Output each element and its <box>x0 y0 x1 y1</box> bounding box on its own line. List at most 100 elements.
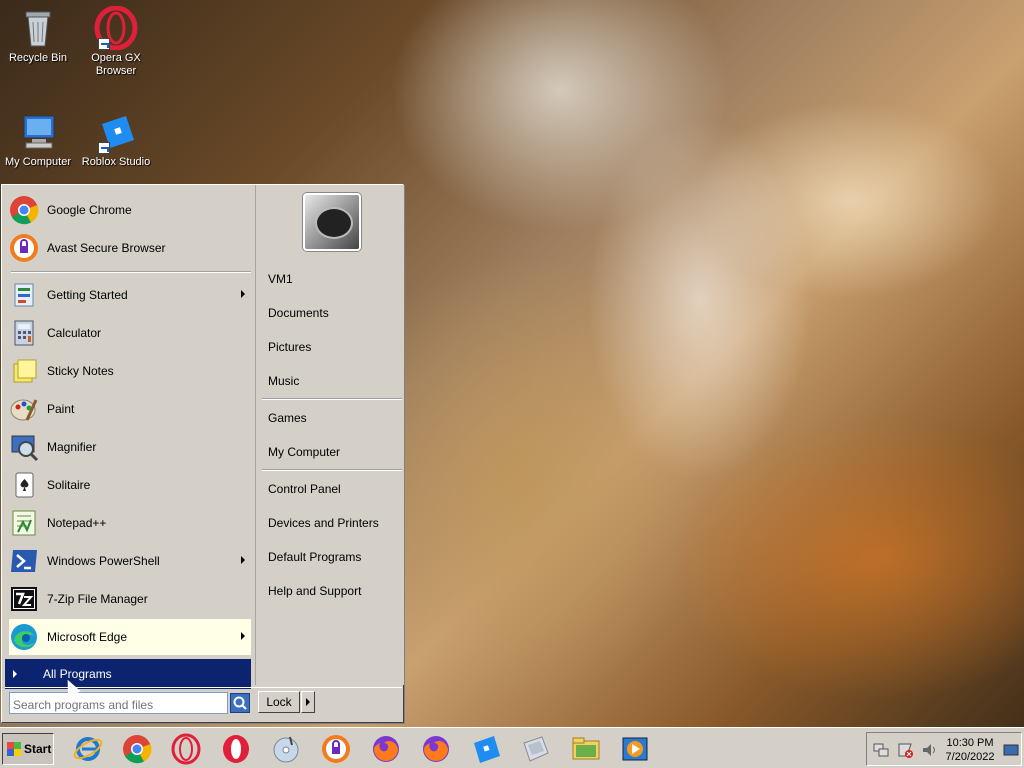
start-item-avast-secure-browser[interactable]: Avast Secure Browser <box>9 230 251 266</box>
separator <box>262 469 402 471</box>
start-item-label: Magnifier <box>47 440 97 454</box>
search-input[interactable] <box>9 692 228 714</box>
folder-icon <box>572 737 600 760</box>
desktop-icon-label: Roblox Studio <box>81 156 151 168</box>
desktop-icon-opera-gx[interactable]: Opera GX Browser <box>78 5 154 78</box>
submenu-arrow-icon <box>241 290 245 298</box>
clock-date: 7/20/2022 <box>945 751 995 763</box>
start-item-label: Paint <box>47 402 75 416</box>
taskbar-firefox[interactable] <box>370 733 402 765</box>
action-center-warning-icon[interactable] <box>897 742 913 758</box>
start-item-label: Sticky Notes <box>47 364 114 378</box>
powershell-icon <box>9 546 39 576</box>
media-player-icon <box>622 737 648 761</box>
places-item-devices-and-printers[interactable]: Devices and Printers <box>268 516 379 530</box>
chrome-icon <box>9 195 39 225</box>
places-item-games[interactable]: Games <box>268 411 307 425</box>
desktop-icon-roblox-studio[interactable]: Roblox Studio <box>78 110 154 169</box>
shortcut-arrow-icon <box>98 38 110 50</box>
roblox-studio-icon <box>94 110 138 154</box>
places-item-control-panel[interactable]: Control Panel <box>268 482 341 496</box>
firefox-icon <box>373 736 399 762</box>
start-menu-programs-pane: Google Chrome Avast Secure Browser Getti… <box>5 188 253 685</box>
notepadpp-icon <box>9 508 39 538</box>
places-item-music[interactable]: Music <box>268 374 299 388</box>
start-item-label: Avast Secure Browser <box>47 241 166 255</box>
search-icon <box>233 696 247 710</box>
opera-gx-icon <box>94 5 138 51</box>
taskbar-clock[interactable]: 10:30 PM 7/20/2022 <box>943 736 997 764</box>
start-item-windows-powershell[interactable]: Windows PowerShell <box>9 543 251 579</box>
taskbar-internet-explorer[interactable] <box>72 733 104 765</box>
desktop-icon-my-computer[interactable]: My Computer <box>0 110 76 169</box>
start-item-solitaire[interactable]: Solitaire <box>9 467 251 503</box>
submenu-arrow-icon <box>241 632 245 640</box>
start-item-notepadpp[interactable]: Notepad++ <box>9 505 251 541</box>
start-item-label: Windows PowerShell <box>47 554 160 568</box>
start-item-google-chrome[interactable]: Google Chrome <box>9 192 251 228</box>
taskbar-roblox-studio[interactable] <box>470 733 502 765</box>
places-item-documents[interactable]: Documents <box>268 306 329 320</box>
network-icon[interactable] <box>873 742 889 758</box>
user-avatar[interactable] <box>303 193 361 251</box>
taskbar-opera[interactable] <box>220 733 252 765</box>
my-computer-icon <box>16 110 60 154</box>
paint-icon <box>9 394 39 424</box>
places-item-pictures[interactable]: Pictures <box>268 340 311 354</box>
taskbar-firefox-2[interactable] <box>420 733 452 765</box>
windows-flag-icon <box>7 742 21 756</box>
recycle-bin-icon <box>16 6 60 50</box>
places-item-default-programs[interactable]: Default Programs <box>268 550 361 564</box>
roblox-studio-icon <box>474 736 500 763</box>
search-button[interactable] <box>230 693 250 713</box>
volume-icon[interactable] <box>921 742 937 758</box>
shortcut-arrow-icon <box>98 142 110 154</box>
start-item-7zip-file-manager[interactable]: 7-Zip File Manager <box>9 581 251 617</box>
start-item-microsoft-edge[interactable]: Microsoft Edge <box>9 619 251 655</box>
lock-button[interactable]: Lock <box>258 691 300 713</box>
start-item-sticky-notes[interactable]: Sticky Notes <box>9 353 251 389</box>
taskbar-file-explorer[interactable] <box>570 733 602 765</box>
taskbar-opera-gx[interactable] <box>170 733 202 765</box>
avast-browser-icon <box>9 233 39 263</box>
start-item-calculator[interactable]: Calculator <box>9 315 251 351</box>
places-item-user[interactable]: VM1 <box>268 272 293 286</box>
taskbar-media-player[interactable] <box>620 733 652 765</box>
start-menu-places-pane: VM1 Documents Pictures Music Games My Co… <box>255 185 404 685</box>
places-item-my-computer[interactable]: My Computer <box>268 445 340 459</box>
all-programs-button[interactable]: All Programs <box>5 659 251 689</box>
cd-player-icon <box>273 736 299 763</box>
start-button-label: Start <box>24 742 52 756</box>
shutdown-options-button[interactable] <box>301 691 315 713</box>
clock-time: 10:30 PM <box>946 737 994 749</box>
start-button[interactable]: Start <box>2 733 54 765</box>
taskbar-cd-player[interactable] <box>270 733 302 765</box>
getting-started-icon <box>9 280 39 310</box>
solitaire-icon <box>9 470 39 500</box>
taskbar-avast-browser[interactable] <box>320 733 352 765</box>
taskbar: Start 10:30 PM 7/20/2022 <box>0 727 1024 768</box>
start-item-label: 7-Zip File Manager <box>47 592 148 606</box>
opera-icon <box>171 733 201 765</box>
all-programs-label: All Programs <box>43 667 112 681</box>
chrome-icon <box>123 735 152 764</box>
7zip-icon <box>9 584 39 614</box>
taskbar-disk[interactable] <box>520 733 552 765</box>
start-item-label: Getting Started <box>47 288 128 302</box>
avast-browser-icon <box>322 735 350 763</box>
taskbar-chrome[interactable] <box>121 733 153 765</box>
places-item-help-and-support[interactable]: Help and Support <box>268 584 361 598</box>
edge-icon <box>9 622 39 652</box>
expand-arrow-icon <box>13 670 17 678</box>
show-desktop-icon[interactable] <box>1003 742 1019 758</box>
desktop-icon-label: Opera GX Browser <box>91 52 141 77</box>
disk-icon <box>523 736 549 762</box>
desktop-icon-label: My Computer <box>4 156 72 168</box>
system-tray: 10:30 PM 7/20/2022 <box>866 732 1022 766</box>
start-item-magnifier[interactable]: Magnifier <box>9 429 251 465</box>
start-item-paint[interactable]: Paint <box>9 391 251 427</box>
start-item-label: Google Chrome <box>47 203 132 217</box>
start-item-label: Microsoft Edge <box>47 630 128 644</box>
start-item-getting-started[interactable]: Getting Started <box>9 277 251 313</box>
desktop-icon-recycle-bin[interactable]: Recycle Bin <box>0 6 76 65</box>
